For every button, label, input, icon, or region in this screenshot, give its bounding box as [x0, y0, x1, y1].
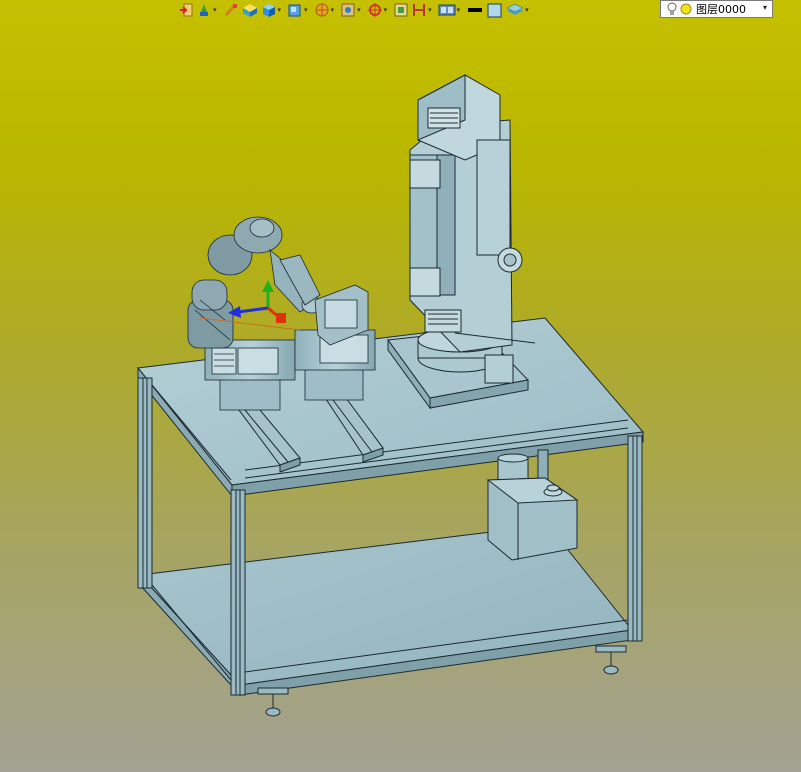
dimension-button[interactable]: ▾	[411, 1, 436, 19]
sketch-pen-icon	[200, 4, 208, 16]
zoom-fit-button[interactable]: ▾	[340, 1, 365, 19]
blue-cube-icon	[262, 4, 275, 17]
edit-button[interactable]	[223, 1, 239, 19]
solid-box-icon	[242, 4, 257, 17]
section-icon	[394, 3, 408, 17]
display-options-icon	[438, 4, 456, 16]
edit-icon	[224, 3, 237, 17]
line-color-button[interactable]	[466, 1, 484, 19]
chevron-down-icon[interactable]: ▾	[278, 6, 282, 14]
display-options-button[interactable]: ▾	[438, 1, 465, 19]
lightbulb-icon[interactable]	[667, 2, 677, 16]
chevron-down-icon[interactable]: ▾	[304, 6, 308, 14]
face-color-button[interactable]	[486, 1, 504, 19]
chevron-down-icon[interactable]: ▾	[213, 6, 217, 14]
layer-manager-button[interactable]: ▾	[506, 1, 533, 19]
section-button[interactable]	[393, 1, 409, 19]
3d-viewport[interactable]	[0, 0, 801, 772]
motor-housing	[486, 453, 579, 561]
render-style-icon	[315, 3, 329, 17]
chevron-down-icon[interactable]: ▾	[428, 6, 432, 14]
chevron-down-icon[interactable]: ▾	[525, 6, 529, 14]
face-color-icon	[487, 3, 502, 18]
chevron-down-icon[interactable]: ▾	[357, 6, 361, 14]
view-cube-button[interactable]: ▾	[287, 1, 312, 19]
export-icon	[180, 3, 193, 17]
toolbar: ▾ ▾ ▾ ▾ ▾ ▾ ▾ ▾ ▾	[178, 0, 658, 20]
solid-box-button[interactable]	[241, 1, 259, 19]
blue-cube-button[interactable]: ▾	[261, 1, 286, 19]
chevron-down-icon[interactable]: ▾	[457, 6, 461, 14]
origin-icon	[367, 3, 382, 17]
current-layer-name: 图层0000	[696, 3, 746, 16]
export-button[interactable]	[178, 1, 194, 19]
tool-stand	[387, 74, 536, 410]
dimension-icon	[413, 4, 426, 16]
layer-dropdown[interactable]: 图层0000 ▾	[660, 0, 773, 18]
render-style-button[interactable]: ▾	[314, 1, 339, 19]
view-cube-icon	[288, 4, 301, 17]
line-color-icon	[468, 8, 483, 12]
layer-manager-icon	[506, 3, 524, 15]
zoom-fit-icon	[341, 3, 355, 17]
chevron-down-icon[interactable]: ▾	[763, 3, 767, 12]
origin-button[interactable]: ▾	[367, 1, 392, 19]
chevron-down-icon[interactable]: ▾	[331, 6, 335, 14]
sun-icon[interactable]	[679, 2, 693, 16]
chevron-down-icon[interactable]: ▾	[384, 6, 388, 14]
sketch-pen-button[interactable]: ▾	[196, 1, 221, 19]
